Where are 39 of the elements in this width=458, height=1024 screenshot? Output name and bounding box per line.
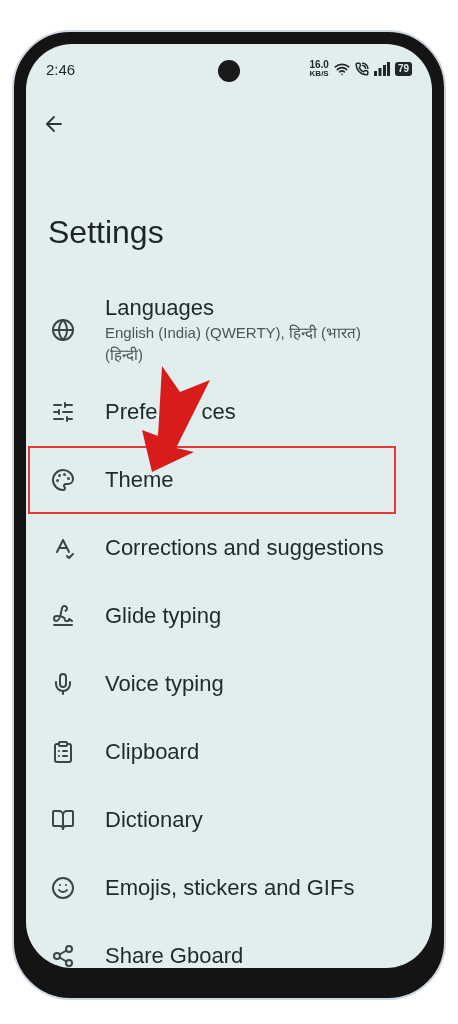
item-title: Glide typing bbox=[105, 602, 222, 630]
settings-item[interactable]: Voice typing bbox=[28, 650, 432, 718]
settings-item[interactable]: Corrections and suggestions bbox=[28, 514, 432, 582]
settings-item[interactable]: Glide typing bbox=[28, 582, 432, 650]
phone-icon bbox=[354, 62, 369, 76]
wifi-icon bbox=[333, 61, 350, 77]
item-title: Corrections and suggestions bbox=[105, 534, 384, 562]
item-title: Dictionary bbox=[105, 806, 203, 834]
palette-icon bbox=[51, 468, 75, 492]
settings-item[interactable]: Prefe ces bbox=[28, 378, 432, 446]
settings-item[interactable]: Theme bbox=[28, 446, 396, 514]
settings-item[interactable]: Share Gboard bbox=[28, 922, 432, 968]
smiley-icon bbox=[51, 876, 75, 900]
item-title-end: ces bbox=[201, 398, 236, 426]
settings-item[interactable]: Dictionary bbox=[28, 786, 432, 854]
network-speed-value: 16.0 bbox=[309, 60, 329, 70]
page-title: Settings bbox=[48, 213, 165, 252]
camera-hole bbox=[218, 60, 240, 82]
battery-level: 79 bbox=[394, 62, 412, 76]
signal-icon bbox=[373, 62, 390, 76]
squiggle-icon bbox=[51, 604, 75, 628]
item-title: Theme bbox=[105, 466, 174, 494]
network-speed-unit: KB/S bbox=[309, 70, 329, 78]
item-title: Clipboard bbox=[105, 738, 200, 766]
item-title: Emojis, stickers and GIFs bbox=[105, 874, 355, 902]
settings-item[interactable]: Languages English (India) (QWERTY), हिन्दी (भारत) (हिन्दी) bbox=[28, 282, 432, 378]
clipboard-icon bbox=[51, 740, 75, 764]
item-title: Languages bbox=[105, 294, 214, 322]
item-title: Voice typing bbox=[105, 670, 224, 698]
status-time: 2:46 bbox=[46, 59, 76, 80]
book-icon bbox=[51, 808, 75, 832]
item-title: Share Gboard bbox=[105, 942, 244, 968]
share-icon bbox=[51, 944, 75, 968]
settings-item[interactable]: Clipboard bbox=[28, 718, 432, 786]
globe-icon bbox=[51, 318, 75, 342]
item-title: Prefe bbox=[105, 398, 158, 426]
sliders-icon bbox=[51, 400, 75, 424]
settings-item[interactable]: Emojis, stickers and GIFs bbox=[28, 854, 432, 922]
item-subtitle: English (India) (QWERTY), हिन्दी (भारत) (हिन्दी) bbox=[105, 323, 363, 365]
